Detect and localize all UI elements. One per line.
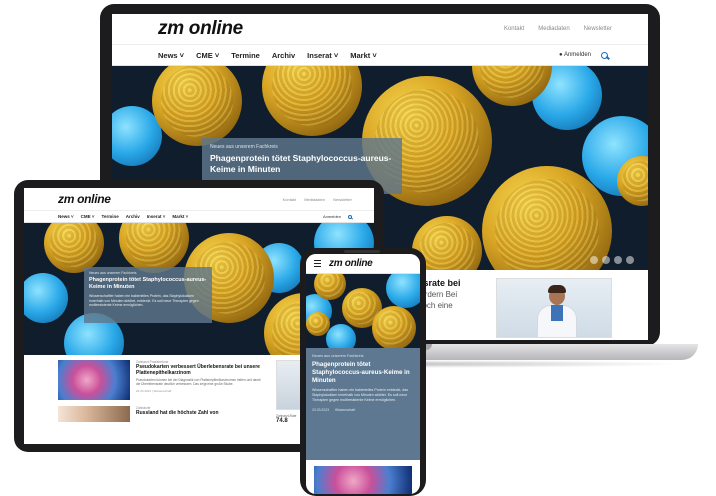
- hero-kicker: Neues aus unserem Fachkreis: [312, 354, 364, 358]
- phone-screen: zm online Neues aus unserem Fachkreis Ph…: [306, 254, 420, 494]
- util-link-newsletter[interactable]: Newsletter: [584, 26, 612, 32]
- tablet-main-nav: News ˅ CME ˅ Termine Archiv Inserat ˅ Ma…: [24, 210, 374, 223]
- article-meta: 23.03.2023 | Wissenschaft: [136, 388, 172, 393]
- nav-item-markt[interactable]: Markt ˅: [172, 214, 188, 219]
- user-icon: ●: [559, 52, 563, 58]
- hero-teaser: Wissenschaftler haben ein bakterielles P…: [89, 294, 199, 308]
- slider-dot[interactable]: [614, 256, 622, 264]
- search-icon[interactable]: [348, 214, 352, 219]
- hero-kicker: Neues aus unserem Fachkreis: [89, 271, 137, 275]
- slider-dot[interactable]: [590, 256, 598, 264]
- hero-title[interactable]: Phagenprotein tötet Staphylococcus-aureu…: [89, 277, 207, 291]
- article-thumbnail[interactable]: [314, 466, 412, 494]
- article-thumbnail[interactable]: [58, 406, 130, 422]
- nav-item-inserat[interactable]: Inserat ˅: [307, 51, 338, 60]
- nav-item-cme[interactable]: CME ˅: [196, 51, 219, 60]
- site-logo[interactable]: zm online: [329, 258, 373, 269]
- phone-hero-teaser[interactable]: Neues aus unserem Fachkreis Phagenprotei…: [306, 348, 420, 460]
- nav-item-news[interactable]: News ˅: [58, 214, 74, 219]
- laptop-main-nav: News ˅ CME ˅ Termine Archiv Inserat ˅ Ma…: [112, 44, 648, 66]
- list-item[interactable]: Zahnärzte Russland hat die höchste Zahl …: [58, 406, 262, 422]
- nav-item-inserat[interactable]: Inserat ˅: [147, 214, 166, 219]
- nav-item-archiv[interactable]: Archiv: [272, 51, 295, 60]
- hero-kicker: Neues aus unserem Fachkreis: [210, 144, 278, 150]
- article-thumbnail[interactable]: [58, 360, 130, 400]
- nav-item-termine[interactable]: Termine: [231, 51, 260, 60]
- search-icon[interactable]: [601, 51, 608, 59]
- site-logo[interactable]: zm online: [58, 192, 111, 206]
- slider-dots: [590, 256, 634, 264]
- list-item[interactable]: Zahnarzt-Praxisbefund Pseudokarten verbe…: [58, 360, 262, 400]
- article-title[interactable]: Pseudokarten verbessert Überlebensrate b…: [136, 364, 262, 376]
- hero-teaser: Wissenschaftler haben ein bakterielles P…: [312, 388, 409, 402]
- nav-item-archiv[interactable]: Archiv: [126, 214, 140, 219]
- slider-dot[interactable]: [626, 256, 634, 264]
- nav-item-markt[interactable]: Markt ˅: [350, 51, 376, 60]
- login-link[interactable]: Anmelden: [323, 214, 341, 219]
- util-link-media[interactable]: Mediadaten: [538, 26, 569, 32]
- teaser-title[interactable]: nsrate bei: [418, 278, 488, 289]
- menu-icon[interactable]: [314, 260, 321, 267]
- login-link[interactable]: ● Anmelden: [559, 52, 591, 58]
- tablet-site-header: zm online Kontakt Mediadaten Newsletter: [24, 188, 374, 210]
- login-label: Anmelden: [563, 52, 591, 58]
- slider-dot[interactable]: [602, 256, 610, 264]
- site-logo[interactable]: zm online: [158, 18, 243, 40]
- nav-item-news[interactable]: News ˅: [158, 51, 184, 60]
- util-link-media[interactable]: Mediadaten: [304, 197, 325, 202]
- nav-item-cme[interactable]: CME ˅: [81, 214, 95, 219]
- article-date: 23.03.2023: [312, 407, 329, 412]
- hero-title[interactable]: Phagenprotein tötet Staphylococcus-aureu…: [210, 153, 394, 175]
- hero-title[interactable]: Phagenprotein tötet Staphylococcus-aureu…: [312, 361, 414, 384]
- hero-teaser-card[interactable]: Neues aus unserem Fachkreis Phagenprotei…: [84, 267, 212, 323]
- device-mockup-stage: zm online Kontakt Mediadaten Newsletter …: [0, 0, 716, 496]
- nav-item-termine[interactable]: Termine: [102, 214, 119, 219]
- phone-site-header: zm online: [306, 254, 420, 274]
- util-link-contact[interactable]: Kontakt: [283, 197, 297, 202]
- article-title[interactable]: Russland hat die höchste Zahl von: [136, 410, 219, 416]
- phone-speaker: [344, 250, 380, 253]
- util-link-newsletter[interactable]: Newsletter: [333, 197, 352, 202]
- util-link-contact[interactable]: Kontakt: [504, 26, 524, 32]
- laptop-site-header: zm online Kontakt Mediadaten Newsletter: [112, 14, 648, 44]
- article-category[interactable]: Wissenschaft: [335, 408, 355, 412]
- article-teaser: Pseudokarten können bei der Diagnostik v…: [136, 378, 261, 387]
- doctor-photo[interactable]: [496, 278, 612, 338]
- utility-links: Kontakt Mediadaten Newsletter: [504, 26, 612, 32]
- phone-hero-image[interactable]: [306, 274, 420, 348]
